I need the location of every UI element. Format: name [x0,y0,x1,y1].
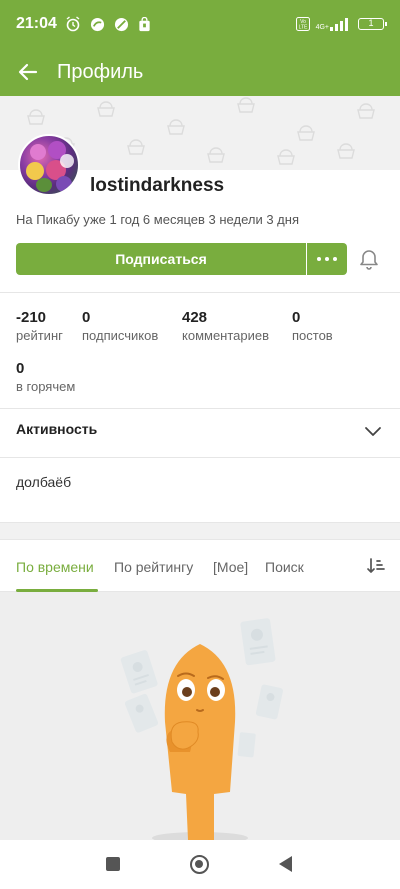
more-dots-icon [317,257,321,261]
tab-by-rating[interactable]: По рейтингу [114,559,193,575]
status-icons [65,16,151,32]
more-options-button[interactable] [307,243,347,275]
alarm-icon [66,16,80,32]
app-bar: Профиль [0,48,400,96]
svg-text:LTE: LTE [298,25,307,31]
bell-icon[interactable] [358,248,380,270]
network-type-label: 4G+ [315,23,329,31]
home-button[interactable] [190,855,209,874]
stat-posts[interactable]: 0 постов [292,309,333,343]
recent-apps-button[interactable] [106,857,120,871]
volte-icon: VoLTE [295,17,310,31]
tab-search[interactable]: Поиск [265,559,304,575]
status-bar: 21:04 Vo LTE 4G+ 1 [0,0,400,48]
subscribe-button[interactable]: Подписаться [16,243,306,275]
stat-subscribers[interactable]: 0 подписчиков [82,309,158,343]
stat-label: в горячем [16,379,76,394]
battery-level: 1 [368,18,374,28]
more-dot [333,257,337,261]
page-title: Профиль [57,60,144,83]
tab-by-time[interactable]: По времени [16,559,94,575]
stat-rating: -210 рейтинг [16,309,63,343]
bag-notification-icon [139,16,150,31]
system-nav-bar [0,840,400,889]
avatar[interactable] [18,134,80,196]
feed-tabs: По времени По рейтингу [Мое] Поиск [0,540,400,592]
stat-value: 428 [182,309,208,326]
divider [0,408,400,409]
subscribe-label: Подписаться [115,251,207,267]
stat-label: комментариев [182,328,270,343]
tab-mine[interactable]: [Мое] [213,559,248,575]
arrow-left-icon [18,63,38,81]
stat-label: подписчиков [82,328,159,343]
chevron-down-icon [365,427,381,436]
signal-icon [330,17,348,31]
more-dot [325,257,329,261]
network-signal: 4G+ [315,17,352,31]
member-since: На Пикабу уже 1 год 6 месяцев 3 недели 3… [16,212,299,227]
sort-icon[interactable] [366,556,386,576]
stat-value: 0 [82,309,91,326]
divider [0,292,400,293]
activity-label: Активность [16,421,98,437]
thinking-mascot-illustration [120,618,283,840]
stat-comments[interactable]: 428 комментариев [182,309,269,343]
empty-state [0,592,400,840]
section-gap [0,522,400,540]
username: lostindarkness [90,175,225,196]
stat-label: постов [292,328,333,343]
stat-value: -210 [16,309,47,326]
status-time: 21:04 [16,15,57,32]
stat-value: 0 [16,360,25,377]
stat-hot[interactable]: 0 в горячем [16,360,75,394]
back-button[interactable] [16,60,40,84]
battery-icon: 1 [358,18,387,30]
divider [0,457,400,458]
leaf-notification-icon [114,17,128,31]
system-back-button[interactable] [279,856,292,872]
stat-value: 0 [292,309,301,326]
bio-text: долбаёб [16,474,72,490]
status-right: Vo LTE 4G+ 1 [295,17,387,31]
app-notification-icon [90,17,104,31]
stat-label: рейтинг [16,328,63,343]
